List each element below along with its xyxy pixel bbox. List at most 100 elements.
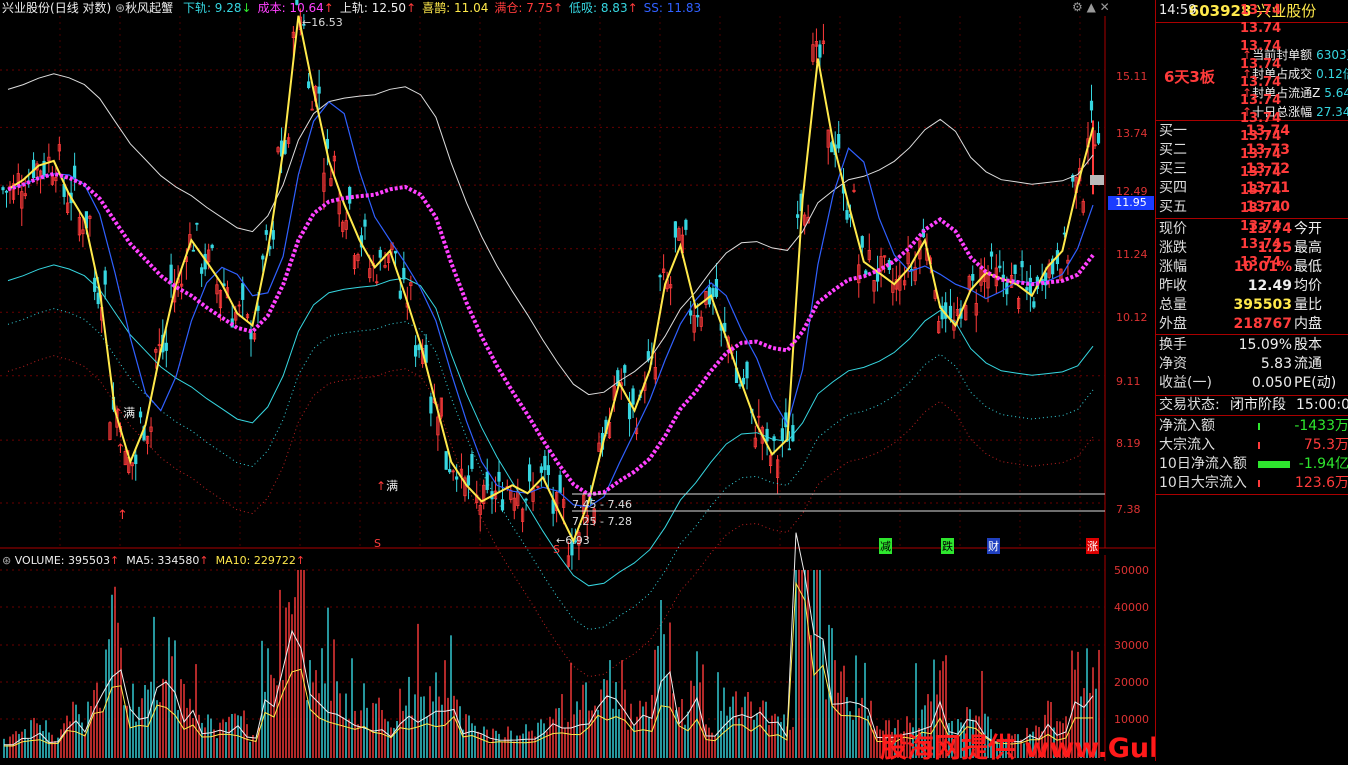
quote-row: 昨收 12.49 均价 [1156, 277, 1348, 296]
candle-body [96, 292, 100, 305]
trade-status-row: 交易状态: 闭市阶段 15:00:01 [1159, 397, 1348, 413]
candle-body [414, 345, 418, 357]
price-tick: 9.11 [1116, 375, 1141, 388]
range-label-2: 7.25 - 7.28 [572, 515, 632, 528]
candle-body [623, 365, 627, 373]
candle-body [1, 187, 5, 191]
indicator-item: SS: 11.83 [643, 1, 702, 15]
price-tick: 8.19 [1116, 437, 1141, 450]
quote-value: 218767 [1233, 316, 1292, 332]
candle-body [745, 361, 749, 379]
tick-price: 13.74 [1240, 21, 1282, 36]
candle-body [527, 464, 532, 482]
candle-body [1089, 100, 1094, 111]
flow-row: 10日大宗流入 123.6万 [1156, 474, 1348, 493]
candle-body [780, 428, 784, 441]
flow-value: -1433万 [1294, 418, 1348, 434]
indicator-name[interactable]: 秋风起蟹 [125, 1, 173, 15]
candle-body [989, 251, 994, 257]
indicator-item: 下轨: 9.28↓ [182, 1, 252, 15]
gear-icon[interactable]: ⚙ [1072, 0, 1083, 14]
tick-price: 13.74 [1240, 3, 1282, 18]
candle-body [546, 465, 550, 476]
candle-body [998, 265, 1002, 269]
candle-body [417, 344, 421, 351]
ma10-value: MA10: 229722 [215, 554, 296, 567]
settings-icon[interactable]: ⊛ [115, 1, 125, 15]
tick-price: 13.74 [1240, 201, 1282, 216]
candle-body [765, 428, 769, 442]
stat-label2: PE(动) [1294, 375, 1337, 391]
arrow-marker-1: ↑ [115, 442, 126, 457]
candle-body [497, 471, 501, 482]
candle-body [539, 466, 543, 473]
stat-label: 净资 [1159, 356, 1187, 372]
chart-period: (日线 对数) [50, 1, 112, 15]
candle-body [1032, 301, 1036, 308]
quote-label: 现价 [1159, 221, 1187, 237]
indicator-values: 下轨: 9.28↓ 成本: 10.64↑ 上轨: 12.50↑ 喜鹊: 11.04 满仓… [177, 1, 701, 15]
stat-value: 0.050 [1251, 375, 1292, 391]
indicator-item: 满仓: 7.75↑ [494, 1, 563, 15]
volume-settings-icon[interactable]: ⊛ [2, 554, 11, 567]
flow-value: -1.94亿 [1298, 456, 1348, 472]
candle-body [631, 388, 635, 405]
volume-header: ⊛ VOLUME: 395503↑ MA5: 334580↑ MA10: 229… [2, 554, 306, 567]
quote-value: 395503 [1233, 297, 1292, 313]
candle-body [4, 190, 9, 193]
seal-value: 27.34% [1316, 105, 1348, 119]
volume-tick: 30000 [1114, 639, 1149, 652]
candle-body [402, 267, 406, 280]
candle-body [673, 221, 677, 238]
candle-body [787, 448, 791, 451]
candle-body [543, 455, 547, 471]
bid-label: 买四 [1159, 180, 1187, 196]
tick-price: 13.74 [1240, 39, 1282, 54]
volume-tick: 20000 [1114, 676, 1149, 689]
candle-body [307, 81, 311, 89]
seal-value: 6303万 [1316, 48, 1348, 62]
sell-mark-2: S [553, 543, 560, 556]
quote-label: 昨收 [1159, 278, 1187, 294]
tick-time: 14:59 [1159, 3, 1197, 18]
seal-value: 5.64% [1324, 86, 1348, 100]
price-tick: 10.12 [1116, 311, 1148, 324]
candle-body [948, 305, 953, 319]
candle-body [200, 267, 204, 274]
candle-body [241, 283, 245, 300]
tick-price: 13.74 [1240, 165, 1282, 180]
candle-body [796, 214, 800, 218]
trend-arrow: ↑ [406, 1, 417, 15]
candle-body [393, 250, 398, 254]
price-tick: 15.11 [1116, 70, 1148, 83]
indicator-item: 低吸: 8.83↑ [569, 1, 638, 15]
price-tick: 7.38 [1116, 503, 1141, 516]
candle-body [378, 249, 382, 258]
quote-label: 涨幅 [1159, 259, 1187, 275]
close-icon[interactable]: ✕ [1100, 0, 1110, 14]
flow-row: 大宗流入 75.3万 [1156, 436, 1348, 455]
stat-row: 净资 5.83 流通 [1156, 355, 1348, 374]
stat-row: 收益(一) 0.050 PE(动) [1156, 374, 1348, 393]
quote-label: 总量 [1159, 297, 1187, 313]
bid-label: 买三 [1159, 161, 1187, 177]
bid-label: 买五 [1159, 199, 1187, 215]
candle-body [738, 384, 742, 387]
low-price-label: ←6.93 [556, 534, 590, 547]
quote-label2: 今开 [1294, 221, 1322, 237]
trend-arrow: ↑ [323, 1, 334, 15]
candle-body [485, 471, 489, 490]
candle-body [845, 210, 849, 220]
quote-label2: 最高 [1294, 240, 1322, 256]
price-tick: 11.24 [1116, 248, 1148, 261]
scroll-up-icon[interactable]: ▲ [1087, 0, 1096, 14]
flow-bar [1258, 442, 1260, 449]
candle-body [1013, 264, 1017, 274]
stat-label: 收益(一) [1159, 375, 1212, 391]
candle-body [348, 186, 352, 204]
kline-chart[interactable] [0, 0, 1155, 761]
indicator-item: 成本: 10.64↑ [257, 1, 334, 15]
volume-value: VOLUME: 395503 [14, 554, 110, 567]
seal-value: 0.12倍 [1316, 67, 1348, 81]
flow-row: 净流入额 -1433万 [1156, 417, 1348, 436]
